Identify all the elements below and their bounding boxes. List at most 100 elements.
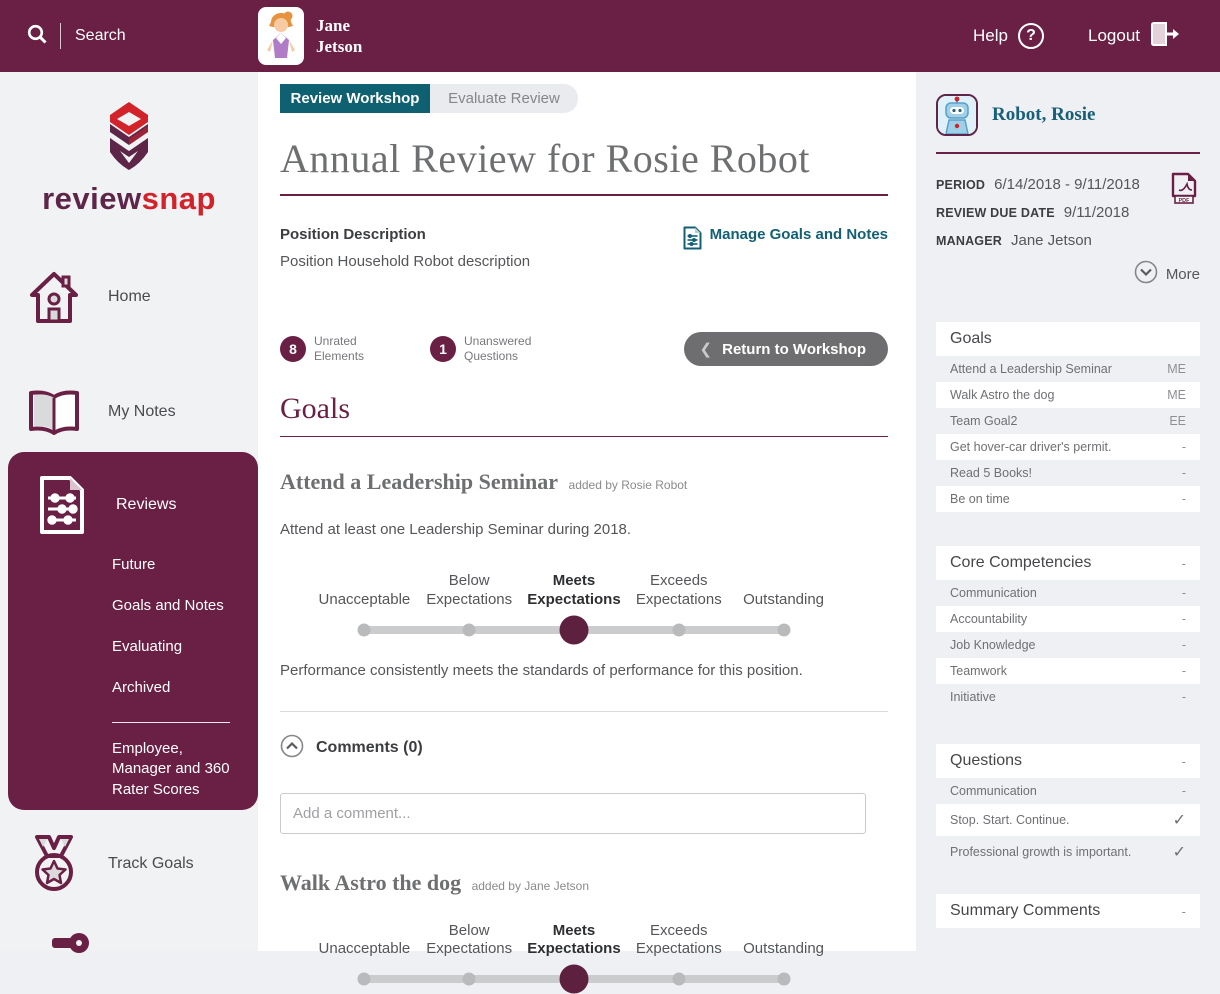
logout-button[interactable]: Logout	[1088, 20, 1180, 53]
position-description-label: Position Description	[280, 226, 426, 243]
summary-comments-panel-header[interactable]: Summary Comments -	[936, 894, 1200, 928]
sidebar-item-rater-scores[interactable]: Employee, Manager and 360 Rater Scores	[112, 739, 240, 800]
rating-dot-3-selected[interactable]	[559, 615, 589, 644]
manage-goals-and-notes-link[interactable]: Manage Goals and Notes	[683, 226, 888, 270]
question-row[interactable]: Communication -	[936, 778, 1200, 804]
sidebar-item-reviews[interactable]: Reviews	[8, 474, 258, 536]
rating-value: -	[1181, 440, 1186, 454]
divider	[936, 152, 1200, 154]
sidebar-item-label: My Notes	[108, 403, 176, 420]
rating-dot-1[interactable]	[357, 623, 371, 636]
question-row[interactable]: Professional growth is important. ✓	[936, 836, 1200, 868]
unrated-label: Unrated Elements	[314, 334, 365, 363]
competency-row[interactable]: Job Knowledge -	[936, 632, 1200, 658]
check-icon: ✓	[1172, 812, 1186, 829]
question-row[interactable]: Stop. Start. Continue. ✓	[936, 804, 1200, 836]
tab-evaluate-review[interactable]: Evaluate Review	[430, 84, 578, 113]
sidebar-item-evaluating[interactable]: Evaluating	[112, 638, 258, 655]
search-input[interactable]: Search	[75, 27, 126, 45]
logout-icon	[1150, 20, 1180, 53]
key-icon-partial[interactable]	[52, 930, 92, 965]
goal-row[interactable]: Be on time -	[936, 486, 1200, 512]
rating-value: -	[1181, 586, 1186, 600]
scale-label-unacceptable: Unacceptable	[318, 590, 411, 608]
sidebar-item-archived[interactable]: Archived	[112, 679, 258, 696]
unrated-count: 8	[280, 336, 306, 362]
scale-label-meets-expectations: Meets Expectations	[527, 572, 621, 608]
rating-dot-5[interactable]	[777, 623, 791, 636]
rating-dot-4[interactable]	[672, 623, 686, 636]
chevron-up-circle-icon	[280, 734, 304, 763]
top-header: Search Jane Jetson Help ? Logout	[0, 0, 1220, 72]
rating-value: EE	[1169, 414, 1186, 428]
return-to-workshop-button[interactable]: ❮ Return to Workshop	[683, 332, 888, 366]
goal-row[interactable]: Attend a Leadership Seminar ME	[936, 356, 1200, 382]
tab-review-workshop[interactable]: Review Workshop	[280, 84, 430, 113]
sidebar-section-reviews: Reviews Future Goals and Notes Evaluatin…	[8, 452, 258, 810]
add-comment-input[interactable]	[280, 792, 866, 834]
sidebar-item-goals-and-notes[interactable]: Goals and Notes	[112, 597, 258, 614]
search-icon[interactable]	[26, 23, 48, 50]
main-content: Review Workshop Evaluate Review Annual R…	[258, 72, 916, 994]
goal-row[interactable]: Team Goal2 EE	[936, 408, 1200, 434]
rating-dot-2[interactable]	[462, 623, 476, 636]
rating-description: Performance consistently meets the stand…	[280, 661, 803, 679]
rating-dot-4[interactable]	[672, 972, 686, 986]
divider	[280, 710, 888, 712]
sidebar-item-label: Reviews	[116, 496, 177, 513]
core-competencies-panel: Core Competencies - Communication - Accou…	[936, 546, 1200, 710]
goals-panel-header[interactable]: Goals	[936, 322, 1200, 356]
reviews-document-icon	[8, 474, 116, 536]
unrated-elements-badge: 8 Unrated Elements	[280, 334, 388, 364]
scale-label-outstanding: Outstanding	[743, 940, 825, 958]
goal-row[interactable]: Read 5 Books! -	[936, 460, 1200, 486]
logout-label: Logout	[1088, 26, 1140, 45]
summary-comments-panel: Summary Comments -	[936, 894, 1200, 928]
competency-row[interactable]: Accountability -	[936, 606, 1200, 632]
core-competencies-panel-header[interactable]: Core Competencies -	[936, 546, 1200, 580]
jane-avatar[interactable]	[258, 7, 304, 65]
help-icon: ?	[1018, 23, 1044, 49]
rating-slider-track[interactable]	[357, 964, 791, 994]
user-name: Jane Jetson	[316, 15, 363, 56]
goals-section-title: Goals	[280, 392, 350, 425]
goal-title: Attend a Leadership Seminar	[280, 469, 559, 494]
open-book-icon	[0, 389, 108, 435]
scale-label-below-expectations: Below Expectations	[426, 921, 513, 958]
manager-label: MANAGER	[936, 234, 1002, 248]
questions-panel-header[interactable]: Questions -	[936, 744, 1200, 778]
goal-row[interactable]: Get hover-car driver's permit. -	[936, 434, 1200, 460]
rating-slider-track[interactable]	[357, 615, 791, 644]
current-user[interactable]: Jane Jetson	[258, 0, 362, 72]
sidebar-item-home[interactable]: Home	[0, 269, 258, 325]
position-description-value: Position Household Robot description	[280, 253, 531, 270]
rating-value: ME	[1167, 388, 1186, 402]
svg-text:PDF: PDF	[1179, 198, 1191, 204]
position-description-block: Position Description Position Household …	[280, 226, 530, 270]
sidebar-item-future[interactable]: Future	[112, 556, 258, 573]
goal-item: Attend a Leadership Seminar added by Ros…	[280, 469, 888, 834]
period-label: PERIOD	[936, 178, 986, 192]
rating-dot-1[interactable]	[357, 972, 371, 986]
rating-dot-3-selected[interactable]	[559, 964, 589, 994]
rating-value: -	[1181, 784, 1186, 798]
search-bar[interactable]: Search	[0, 23, 232, 50]
help-button[interactable]: Help ?	[973, 23, 1044, 49]
scale-label-exceeds-expectations: Exceeds Expectations	[635, 921, 722, 958]
document-icon	[683, 226, 702, 254]
sidebar-item-my-notes[interactable]: My Notes	[0, 389, 258, 435]
pdf-export-icon[interactable]: PDF	[1170, 172, 1198, 209]
rating-dot-2[interactable]	[462, 972, 476, 986]
more-label: More	[1165, 265, 1200, 283]
competency-row[interactable]: Initiative -	[936, 684, 1200, 710]
competency-row[interactable]: Teamwork -	[936, 658, 1200, 684]
sidebar-item-track-goals[interactable]: Track Goals	[0, 834, 258, 894]
unanswered-count: 1	[430, 336, 456, 362]
more-button[interactable]: More	[936, 260, 1200, 288]
left-sidebar: reviewsnap Home My Notes Reviews Future …	[0, 72, 258, 953]
competency-row[interactable]: Communication -	[936, 580, 1200, 606]
brand-logo[interactable]: reviewsnap	[0, 102, 258, 217]
rating-dot-5[interactable]	[777, 972, 791, 986]
goal-row[interactable]: Walk Astro the dog ME	[936, 382, 1200, 408]
comments-toggle[interactable]: Comments (0)	[280, 734, 888, 763]
